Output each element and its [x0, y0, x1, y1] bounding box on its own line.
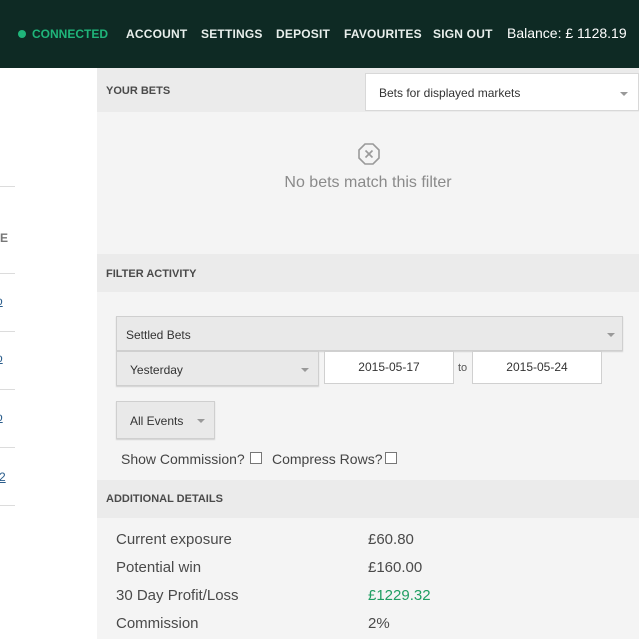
compress-rows-checkbox[interactable]	[385, 452, 397, 464]
left-column: E o o o 2	[0, 68, 97, 639]
show-commission-checkbox[interactable]	[250, 452, 262, 464]
bet-type-value: Settled Bets	[126, 328, 191, 342]
date-to-input[interactable]: 2015-05-24	[472, 351, 602, 384]
period-select[interactable]: Yesterday	[116, 351, 319, 386]
events-value: All Events	[130, 414, 184, 428]
left-divider	[0, 389, 15, 390]
events-select[interactable]: All Events	[116, 401, 215, 439]
your-bets-title: YOUR BETS	[106, 85, 171, 97]
current-exposure-label: Current exposure	[116, 531, 232, 548]
left-divider	[0, 447, 15, 448]
left-link-fragment[interactable]: o	[0, 410, 3, 424]
left-link-fragment[interactable]: o	[0, 294, 3, 308]
nav-account[interactable]: ACCOUNT	[126, 27, 187, 41]
left-column-heading-fragment: E	[0, 231, 9, 245]
bet-type-select[interactable]: Settled Bets	[116, 316, 623, 351]
chevron-down-icon	[197, 419, 205, 423]
bets-panel: YOUR BETS Bets for displayed markets No …	[97, 68, 639, 639]
left-divider	[0, 273, 15, 274]
potential-win-value: £160.00	[368, 559, 423, 576]
left-divider	[0, 505, 15, 506]
commission-value: 2%	[368, 615, 390, 632]
potential-win-label: Potential win	[116, 559, 202, 576]
compress-rows-label: Compress Rows?	[272, 451, 383, 467]
profit-loss-value: £1229.32	[368, 587, 431, 604]
chevron-down-icon	[301, 368, 309, 372]
balance-display: Balance: £ 1128.19	[507, 25, 627, 41]
nav-favourites[interactable]: FAVOURITES	[344, 27, 422, 41]
show-commission-label: Show Commission?	[121, 451, 245, 467]
left-divider	[0, 186, 15, 187]
profit-loss-label: 30 Day Profit/Loss	[116, 587, 239, 604]
left-divider	[0, 331, 15, 332]
nav-deposit[interactable]: DEPOSIT	[276, 27, 330, 41]
date-from-input[interactable]: 2015-05-17	[324, 351, 454, 384]
no-bets-icon	[358, 143, 380, 165]
bets-filter-select[interactable]: Bets for displayed markets	[365, 73, 639, 111]
left-link-fragment[interactable]: 2	[0, 470, 6, 484]
chevron-down-icon	[607, 333, 615, 337]
no-bets-message: No bets match this filter	[284, 174, 452, 191]
current-exposure-value: £60.80	[368, 531, 414, 548]
filter-activity-title: FILTER ACTIVITY	[106, 268, 197, 280]
top-bar: CONNECTED ACCOUNT SETTINGS DEPOSIT FAVOU…	[0, 0, 639, 68]
additional-details-header: ADDITIONAL DETAILS	[97, 480, 639, 518]
period-value: Yesterday	[130, 363, 183, 377]
nav-sign-out[interactable]: SIGN OUT	[433, 27, 493, 41]
nav-settings[interactable]: SETTINGS	[201, 27, 263, 41]
chevron-down-icon	[620, 92, 628, 96]
connected-status: CONNECTED	[32, 27, 109, 41]
additional-details-title: ADDITIONAL DETAILS	[106, 493, 223, 505]
filter-activity-header: FILTER ACTIVITY	[97, 254, 639, 292]
date-range-to-label: to	[458, 362, 468, 374]
commission-label: Commission	[116, 615, 199, 632]
left-link-fragment[interactable]: o	[0, 351, 3, 365]
connected-status-dot-icon	[18, 30, 26, 38]
bets-filter-value: Bets for displayed markets	[379, 86, 521, 100]
